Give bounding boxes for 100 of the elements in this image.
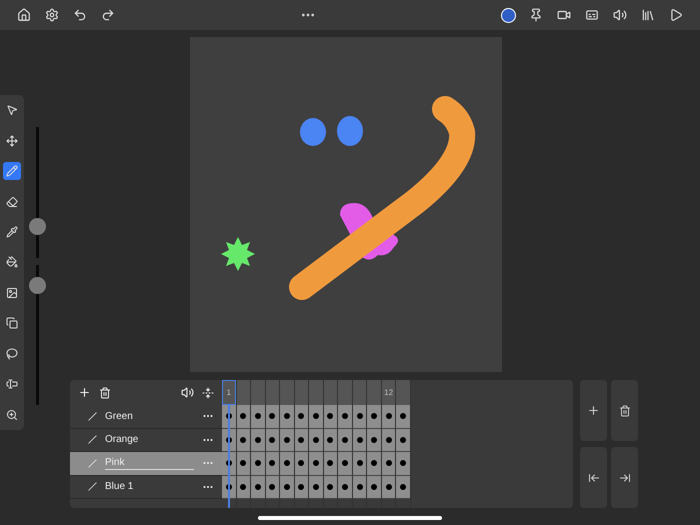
layer-row[interactable]: Pink xyxy=(70,452,222,476)
frame-cell[interactable] xyxy=(367,476,381,499)
frame-cell[interactable] xyxy=(352,452,366,476)
slider-thumb[interactable] xyxy=(28,277,46,294)
trash-icon[interactable] xyxy=(99,386,111,398)
frame-cell[interactable] xyxy=(236,405,250,428)
trash-icon xyxy=(618,404,630,416)
keyframe-dot xyxy=(284,484,290,490)
keyframe-dot xyxy=(327,413,334,420)
frame-cell[interactable] xyxy=(280,476,294,499)
add-icon xyxy=(587,404,600,417)
keyframe-dot xyxy=(254,436,261,443)
keyframe-dot xyxy=(240,484,246,490)
keyframe-dot xyxy=(298,460,304,466)
keyframe-dot xyxy=(298,436,304,443)
layer-row[interactable]: Orange xyxy=(70,428,222,452)
keyframe-dot xyxy=(342,436,348,443)
frame-cell[interactable] xyxy=(309,476,323,499)
arrow-to-start-icon xyxy=(588,472,600,484)
frame-cell[interactable] xyxy=(338,452,352,476)
frame-cell[interactable] xyxy=(338,405,352,428)
add-icon[interactable] xyxy=(78,386,91,399)
frame-cell[interactable] xyxy=(396,405,410,428)
frame-cell[interactable] xyxy=(324,452,338,476)
keyframe-dot xyxy=(356,413,363,420)
frame-cell[interactable] xyxy=(251,452,265,476)
keyframe-dot xyxy=(356,484,363,490)
frame-cell[interactable] xyxy=(352,405,366,428)
frame-cell[interactable] xyxy=(280,428,294,452)
frame-cell[interactable] xyxy=(251,428,265,452)
frame-cell[interactable] xyxy=(251,405,265,428)
pencil-stroke-icon xyxy=(88,412,97,421)
keyframe-dot xyxy=(327,484,334,490)
layer-name: Blue 1 xyxy=(105,481,134,492)
color-swatch[interactable] xyxy=(500,8,516,22)
frame-cell[interactable] xyxy=(338,428,352,452)
keyframe-dot xyxy=(400,436,406,443)
frame-cell[interactable] xyxy=(367,452,381,476)
keyframe-dot xyxy=(371,460,378,466)
keyframe-dot xyxy=(254,484,261,490)
pencil-stroke-icon xyxy=(88,482,97,492)
frame-number[interactable]: 12 xyxy=(382,380,396,405)
frame-cell[interactable] xyxy=(382,405,396,428)
delete-frame-button[interactable] xyxy=(611,380,638,441)
keyframe-dot xyxy=(386,436,392,443)
keyframe-dot xyxy=(298,484,304,490)
frame-cell[interactable] xyxy=(367,405,381,428)
frame-cell[interactable] xyxy=(382,452,396,476)
keyframe-dot xyxy=(342,413,348,420)
layer-name-field[interactable]: Pink xyxy=(105,456,194,470)
keyframe-dot xyxy=(269,436,276,443)
keyframe-dot xyxy=(284,460,290,466)
keyframe-dot xyxy=(254,413,261,420)
drawing-canvas[interactable] xyxy=(190,37,502,372)
keyframe-dot xyxy=(312,484,319,490)
frame-cell[interactable] xyxy=(251,476,265,499)
keyframe-dot xyxy=(356,436,363,443)
go-to-start-button[interactable] xyxy=(580,447,607,508)
keyframe-dot xyxy=(269,460,276,466)
arrow-to-end-icon xyxy=(618,472,630,484)
frame-number[interactable]: 1 xyxy=(222,380,236,405)
keyframe-dot xyxy=(371,436,378,443)
frame-cell[interactable] xyxy=(367,428,381,452)
frame-cell[interactable] xyxy=(309,452,323,476)
frame-cell[interactable] xyxy=(338,476,352,499)
layer-row[interactable]: Blue 1 xyxy=(70,476,222,499)
pencil-icon[interactable] xyxy=(3,162,21,180)
slider-thumb[interactable] xyxy=(28,218,46,236)
frame-cell[interactable] xyxy=(396,476,410,499)
frame-cell[interactable] xyxy=(294,452,308,476)
keyframe-dot xyxy=(254,460,261,466)
keyframe-dot xyxy=(240,413,246,420)
keyframe-dot xyxy=(298,413,304,420)
keyframe-dot xyxy=(284,413,290,420)
keyframe-dot xyxy=(240,460,246,466)
keyframe-dot xyxy=(386,460,392,466)
keyframe-dot xyxy=(269,413,276,420)
keyframe-dot xyxy=(312,460,319,466)
frame-cell[interactable] xyxy=(309,405,323,428)
frame-cell[interactable] xyxy=(309,428,323,452)
collapse-icon[interactable] xyxy=(202,386,214,398)
frame-cell[interactable] xyxy=(236,452,250,476)
keyframe-dot xyxy=(400,460,406,466)
keyframe-dot xyxy=(371,484,378,490)
keyframe-dot xyxy=(386,413,392,420)
frame-cell[interactable] xyxy=(324,405,338,428)
keyframe-dot xyxy=(327,436,334,443)
frame-cell[interactable] xyxy=(396,452,410,476)
frame-cell[interactable] xyxy=(266,405,280,428)
keyframe-dot xyxy=(400,413,406,420)
frame-cell[interactable] xyxy=(266,452,280,476)
frame-cell[interactable] xyxy=(280,405,294,428)
frame-cell[interactable] xyxy=(294,405,308,428)
keyframe-dot xyxy=(400,484,406,490)
frame-cell[interactable] xyxy=(396,428,410,452)
keyframe-dot xyxy=(312,413,319,420)
frame-cell[interactable] xyxy=(280,452,294,476)
speaker-icon[interactable] xyxy=(181,386,194,399)
pencil-stroke-icon xyxy=(88,435,97,444)
keyframe-dot xyxy=(269,484,276,490)
